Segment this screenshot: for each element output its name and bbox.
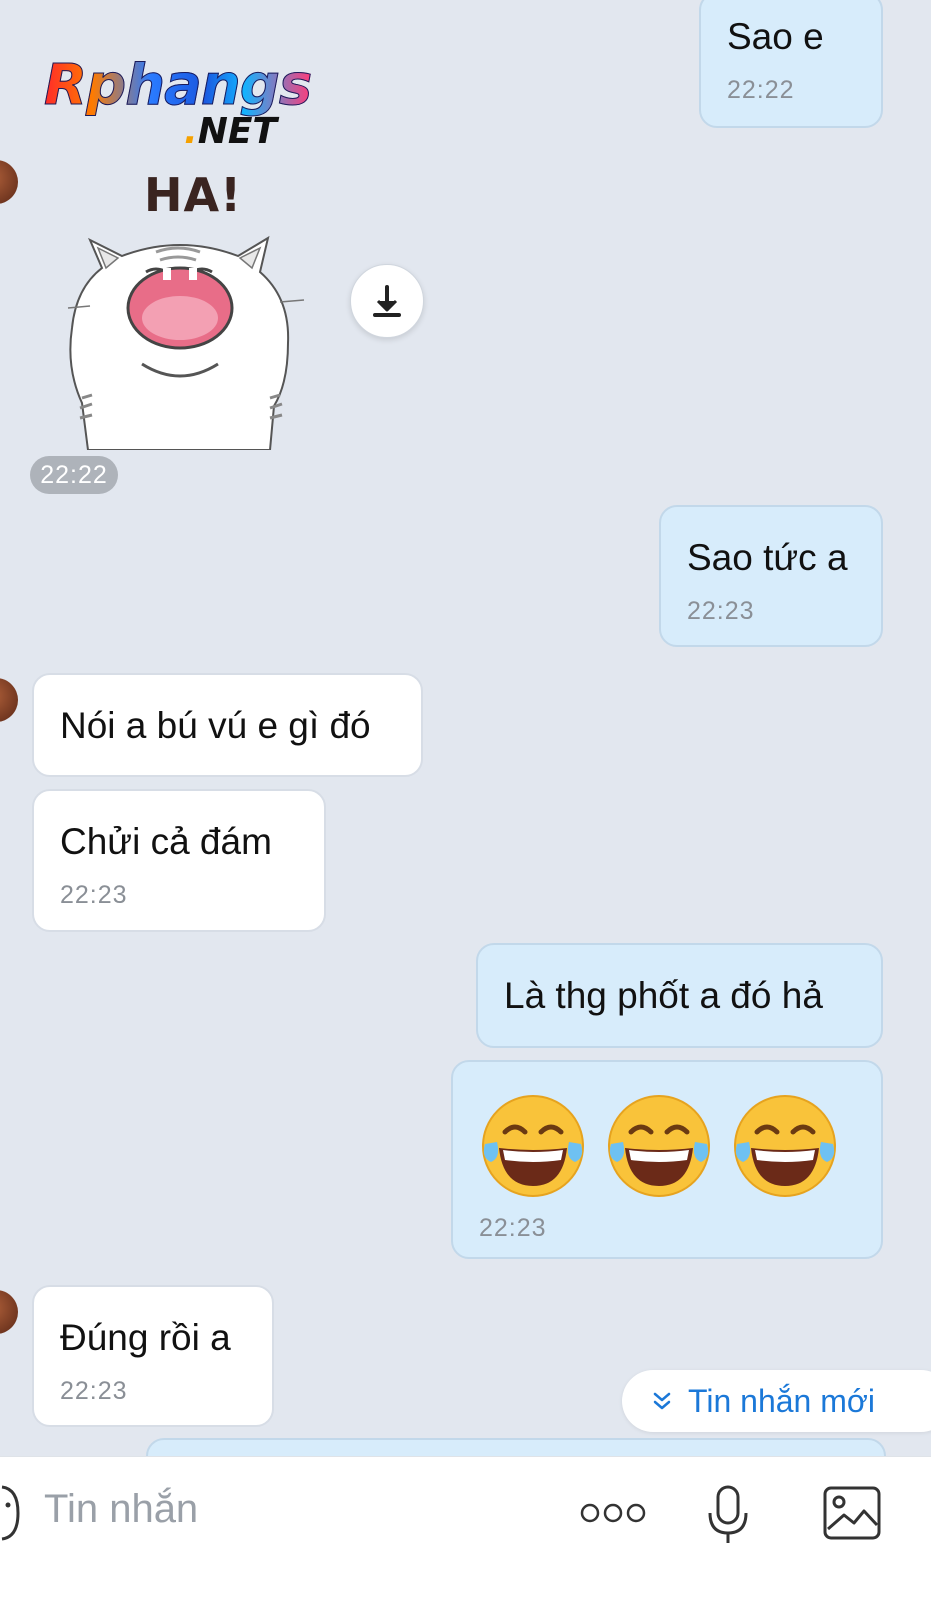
message-incoming[interactable]: Nói a bú vú e gì đó <box>32 673 423 777</box>
watermark-brand: Rphangs <box>43 53 312 118</box>
message-time: 22:23 <box>687 597 755 625</box>
emoji-row <box>479 1092 855 1200</box>
message-text: Đúng rồi a <box>60 1317 231 1358</box>
cat-sticker-image <box>67 235 305 450</box>
face-with-tears-of-joy-icon <box>734 1095 836 1197</box>
face-with-tears-of-joy-icon <box>608 1095 710 1197</box>
message-text: Là thg phốt a đó hả <box>504 975 823 1016</box>
download-icon <box>373 285 401 317</box>
image-icon[interactable] <box>822 1485 882 1541</box>
watermark-dot: . <box>184 111 198 152</box>
avatar[interactable] <box>0 1290 18 1334</box>
sticker-icon[interactable] <box>0 1483 24 1543</box>
double-chevron-down-icon <box>653 1392 671 1410</box>
message-outgoing[interactable]: Là thg phốt a đó hả <box>476 943 883 1048</box>
new-messages-button[interactable]: Tin nhắn mới <box>622 1370 931 1432</box>
face-with-tears-of-joy-icon <box>482 1095 584 1197</box>
microphone-icon[interactable] <box>706 1483 750 1547</box>
avatar[interactable] <box>0 160 18 204</box>
message-text: Sao e <box>727 16 824 57</box>
message-outgoing[interactable]: Sao e 22:22 <box>699 0 883 128</box>
message-text: Sao tức a <box>687 537 848 578</box>
message-time: 22:23 <box>60 1377 128 1405</box>
message-incoming[interactable]: Chửi cả đám 22:23 <box>32 789 326 932</box>
message-time: 22:23 <box>60 881 128 909</box>
message-outgoing-emoji[interactable]: 22:23 <box>451 1060 883 1259</box>
watermark-suffix: .NET <box>184 111 277 152</box>
sticker-message[interactable]: HA! <box>60 168 310 450</box>
message-input[interactable]: Tin nhắn <box>44 1487 198 1532</box>
message-outgoing[interactable]: Sao tức a 22:23 <box>659 505 883 647</box>
message-composer: Tin nhắn <box>0 1456 931 1601</box>
message-incoming[interactable]: Đúng rồi a 22:23 <box>32 1285 274 1427</box>
watermark-logo: Rphangs .NET <box>43 53 312 152</box>
message-time: 22:22 <box>727 76 795 104</box>
sticker-time: 22:22 <box>30 456 118 494</box>
avatar[interactable] <box>0 678 18 722</box>
message-text: Chửi cả đám <box>60 821 272 862</box>
more-icon[interactable] <box>580 1501 646 1525</box>
message-text: Nói a bú vú e gì đó <box>60 705 371 746</box>
message-time: 22:23 <box>479 1214 547 1242</box>
new-messages-label: Tin nhắn mới <box>688 1382 875 1419</box>
download-button[interactable] <box>350 264 424 338</box>
